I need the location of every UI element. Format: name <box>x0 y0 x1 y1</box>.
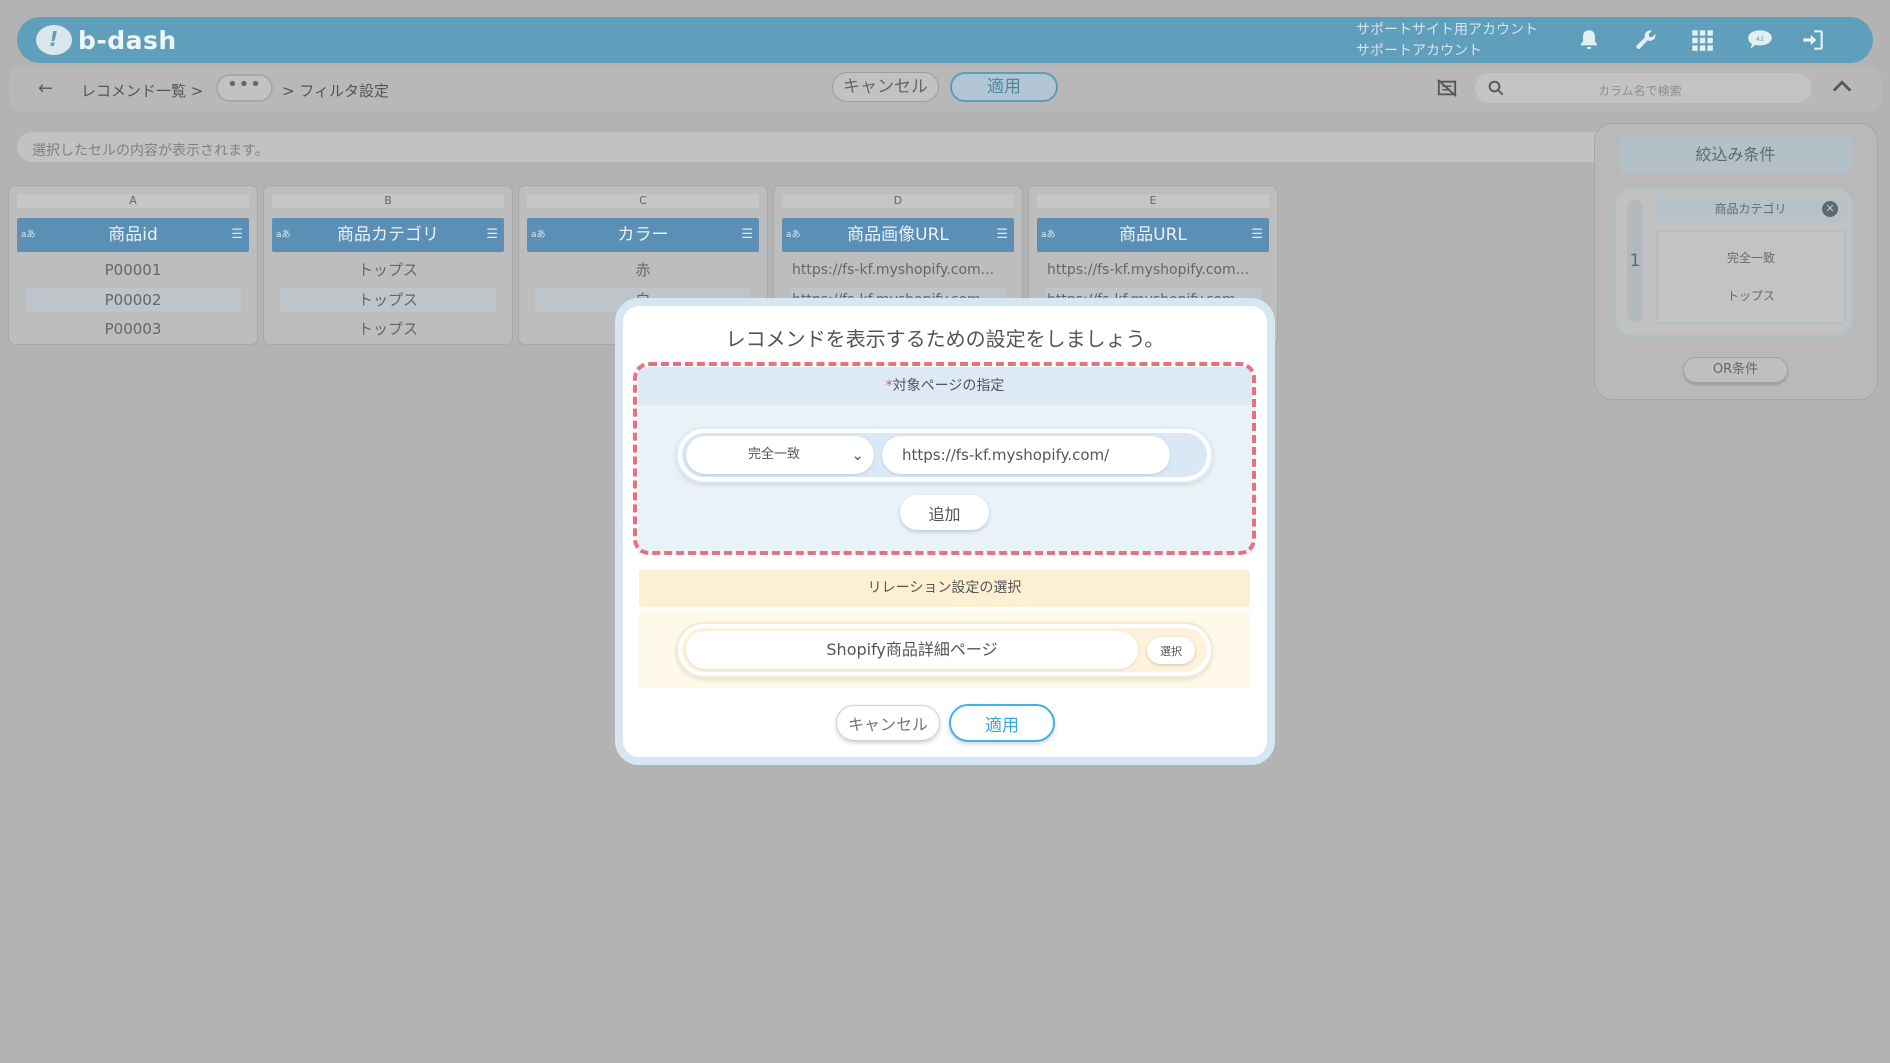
chat-badge: 42 <box>1756 35 1764 43</box>
column-name: 商品カテゴリ <box>337 225 439 245</box>
breadcrumb-parent[interactable]: レコメンド一覧 > <box>81 80 203 101</box>
account-user: サポートアカウント <box>1356 43 1482 59</box>
column-name: カラー <box>617 225 669 245</box>
column-letter: B <box>272 194 504 208</box>
formula-bar-placeholder: 選択したセルの内容が表示されます。 <box>32 143 269 159</box>
column-letter: E <box>1037 194 1269 208</box>
text-type-icon: aあ <box>1041 230 1056 240</box>
breadcrumb-more-button[interactable]: ••• <box>216 74 273 102</box>
relation-heading: リレーション設定の選択 <box>639 570 1250 607</box>
text-type-icon: aあ <box>531 230 546 240</box>
filter-condition-body[interactable] <box>1656 230 1846 324</box>
column-header[interactable]: aあ 商品URL ☰ <box>1037 218 1269 252</box>
highlight-box <box>633 362 1256 555</box>
sheet-column: B aあ 商品カテゴリ ☰ トップス トップス トップス <box>263 185 513 345</box>
column-header[interactable]: aあ カラー ☰ <box>527 218 759 252</box>
table-cell[interactable]: https://fs-kf.myshopify.com... <box>1045 258 1261 282</box>
filter-icon[interactable]: ☰ <box>486 218 498 252</box>
text-type-icon: aあ <box>786 230 801 240</box>
cancel-button[interactable]: キャンセル <box>836 705 940 741</box>
column-letter: D <box>782 194 1014 208</box>
table-cell[interactable]: トップス <box>280 288 496 312</box>
column-header[interactable]: aあ 商品id ☰ <box>17 218 249 252</box>
table-cell[interactable]: 赤 <box>535 258 751 282</box>
table-cell[interactable]: P00002 <box>25 288 241 312</box>
table-cell[interactable]: https://fs-kf.myshopify.com... <box>790 258 1006 282</box>
select-relation-button[interactable]: 選択 <box>1147 637 1195 664</box>
hide-columns-icon[interactable] <box>1436 78 1458 98</box>
text-type-icon: aあ <box>276 230 291 240</box>
column-name: 商品URL <box>1119 225 1187 245</box>
breadcrumb-current: > フィルタ設定 <box>282 82 390 100</box>
filter-group-number: 1 <box>1627 200 1643 322</box>
filter-icon[interactable]: ☰ <box>996 218 1008 252</box>
logo-icon <box>36 25 72 55</box>
column-header[interactable]: aあ 商品画像URL ☰ <box>782 218 1014 252</box>
toolbar-apply-button[interactable]: 適用 <box>950 72 1058 102</box>
filter-icon[interactable]: ☰ <box>1251 218 1263 252</box>
back-arrow-icon[interactable]: ← <box>38 78 53 99</box>
account-info[interactable]: サポートサイト用アカウント サポートアカウント <box>1356 20 1538 62</box>
logo-text: b-dash <box>78 25 177 55</box>
wrench-icon[interactable] <box>1633 27 1659 53</box>
chat-icon[interactable]: 42 <box>1745 27 1775 53</box>
search-placeholder: カラム名で検索 <box>1598 84 1682 98</box>
filter-icon[interactable]: ☰ <box>231 218 243 252</box>
table-cell[interactable]: P00003 <box>25 317 241 341</box>
column-name: 商品id <box>108 225 158 245</box>
relation-value[interactable]: Shopify商品詳細ページ <box>686 631 1138 669</box>
filter-panel-title: 絞込み条件 <box>1619 137 1852 173</box>
column-letter: C <box>527 194 759 208</box>
account-name: サポートサイト用アカウント <box>1356 22 1538 38</box>
table-cell[interactable]: P00001 <box>25 258 241 282</box>
modal-title: レコメンドを表示するための設定をしましょう。 <box>725 327 1165 351</box>
sheet-column: A aあ 商品id ☰ P00001 P00002 P00003 <box>8 185 258 345</box>
toolbar-cancel-button[interactable]: キャンセル <box>832 72 939 102</box>
table-cell[interactable]: トップス <box>280 258 496 282</box>
or-condition-button[interactable]: OR条件 <box>1683 357 1788 383</box>
search-icon <box>1488 80 1504 96</box>
filter-icon[interactable]: ☰ <box>741 218 753 252</box>
bell-icon[interactable] <box>1576 27 1602 53</box>
filter-condition-operator: 完全一致 <box>1726 251 1775 265</box>
close-icon[interactable]: ✕ <box>1822 201 1838 217</box>
logout-icon[interactable] <box>1800 27 1826 53</box>
filter-condition-column[interactable]: 商品カテゴリ <box>1654 196 1847 222</box>
filter-condition-value: トップス <box>1726 289 1775 303</box>
text-type-icon: aあ <box>21 230 36 240</box>
logo[interactable]: b-dash <box>36 25 177 55</box>
column-letter: A <box>17 194 249 208</box>
grid-icon[interactable] <box>1689 27 1715 53</box>
column-header[interactable]: aあ 商品カテゴリ ☰ <box>272 218 504 252</box>
apply-button[interactable]: 適用 <box>949 704 1055 742</box>
chevron-up-icon[interactable] <box>1831 78 1853 94</box>
column-name: 商品画像URL <box>847 225 949 245</box>
table-cell[interactable]: トップス <box>280 317 496 341</box>
